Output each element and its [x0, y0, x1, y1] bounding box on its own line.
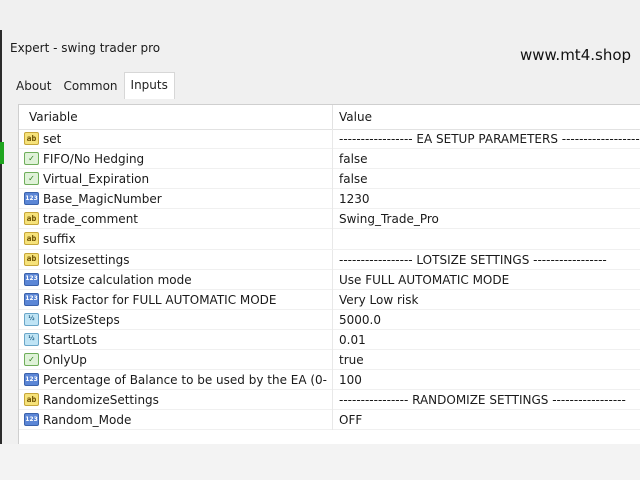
string-icon: ab: [24, 132, 39, 145]
string-icon: ab: [24, 393, 39, 407]
variable-name: suffix: [43, 232, 76, 247]
variable-name: set: [43, 132, 62, 146]
table-row[interactable]: 123 Percentage of Balance to be used by t…: [19, 370, 640, 391]
table-row[interactable]: ab RandomizeSettings ---------------- RAND…: [19, 390, 640, 411]
table-row[interactable]: ½ LotSizeSteps 5000.0: [19, 309, 640, 330]
column-divider: [332, 249, 333, 270]
variable-name: LotSizeSteps: [43, 312, 120, 327]
variable-value[interactable]: Use FULL AUTOMATIC MODE: [339, 273, 509, 287]
column-divider: [332, 149, 333, 170]
column-header-variable[interactable]: Variable: [29, 110, 78, 124]
column-divider: [332, 229, 333, 250]
variable-name: Random_Mode: [43, 413, 132, 428]
variable-name: Base_MagicNumber: [43, 192, 162, 207]
bool-icon: ✓: [24, 172, 39, 186]
table-header: Variable Value: [19, 105, 640, 130]
column-divider[interactable]: [332, 105, 333, 129]
tab-inputs[interactable]: Inputs: [123, 72, 175, 99]
bool-icon: ✓: [24, 152, 39, 166]
column-divider: [332, 169, 333, 190]
variable-value[interactable]: 1230: [339, 192, 370, 206]
table-row[interactable]: 123 Risk Factor for FULL AUTOMATIC MODE Ve…: [19, 289, 640, 310]
string-icon: ab: [24, 252, 39, 266]
green-indicator: [0, 142, 4, 164]
tab-common[interactable]: Common: [57, 74, 123, 98]
variable-value[interactable]: false: [339, 172, 368, 186]
table-row[interactable]: ab set ----------------- EA SETUP PARAMETE…: [19, 129, 640, 150]
variable-name: FIFO/No Hedging: [43, 152, 145, 167]
table-body: ab set ----------------- EA SETUP PARAMETE…: [19, 129, 640, 431]
variable-value[interactable]: ----------------- LOTSIZE SETTINGS -----…: [339, 253, 607, 267]
string-icon: ab: [24, 212, 39, 226]
table-row[interactable]: 123 Base_MagicNumber 1230: [19, 189, 640, 210]
variable-name: Percentage of Balance to be used by the …: [43, 373, 328, 388]
double-icon: ½: [24, 332, 39, 346]
variable-name: lotsizesettings: [43, 252, 130, 267]
table-row[interactable]: ✓ OnlyUp true: [19, 350, 640, 371]
column-header-value[interactable]: Value: [339, 110, 372, 124]
variable-name: Risk Factor for FULL AUTOMATIC MODE: [43, 292, 277, 307]
int-icon: 123: [24, 373, 39, 387]
variable-name: RandomizeSettings: [43, 393, 159, 408]
variable-name: trade_comment: [43, 212, 139, 227]
column-divider: [332, 329, 333, 350]
column-divider: [332, 189, 333, 210]
column-divider: [332, 269, 333, 290]
variable-value[interactable]: true: [339, 353, 364, 367]
column-divider: [332, 289, 333, 310]
table-row[interactable]: ✓ FIFO/No Hedging false: [19, 149, 640, 170]
dialog-bottom-area: [0, 444, 640, 480]
int-icon: 123: [24, 272, 39, 286]
table-row[interactable]: ½ StartLots 0.01: [19, 329, 640, 351]
column-divider: [332, 209, 333, 230]
tab-bar: About Common Inputs: [10, 72, 175, 99]
table-row[interactable]: 123 Lotsize calculation mode Use FULL AUTO…: [19, 269, 640, 290]
variable-name: OnlyUp: [43, 353, 87, 368]
column-divider: [332, 390, 333, 411]
double-icon: ½: [24, 312, 39, 326]
bool-icon: ✓: [24, 353, 39, 367]
inputs-table: Variable Value ab set ----------------- EA…: [18, 104, 640, 445]
left-frame-edge: [0, 30, 2, 444]
variable-name: Virtual_Expiration: [43, 172, 150, 187]
table-row[interactable]: ab trade_comment Swing_Trade_Pro: [19, 209, 640, 230]
variable-value[interactable]: 5000.0: [339, 313, 381, 327]
variable-name: StartLots: [43, 332, 98, 347]
variable-value[interactable]: ----------------- EA SETUP PARAMETERS --…: [339, 132, 640, 146]
table-row[interactable]: ✓ Virtual_Expiration false: [19, 169, 640, 190]
tab-about[interactable]: About: [10, 74, 57, 98]
watermark-text: www.mt4.shop: [520, 46, 632, 64]
column-divider: [332, 370, 333, 391]
variable-value[interactable]: OFF: [339, 413, 362, 427]
variable-value[interactable]: Swing_Trade_Pro: [339, 212, 439, 226]
table-row[interactable]: 123 Random_Mode OFF: [19, 410, 640, 431]
int-icon: 123: [24, 292, 39, 306]
variable-value[interactable]: 0.01: [339, 333, 366, 347]
window-title: Expert - swing trader pro: [10, 41, 161, 55]
variable-name: Lotsize calculation mode: [43, 272, 192, 287]
column-divider: [332, 309, 333, 330]
table-row[interactable]: ab suffix: [19, 229, 640, 250]
column-divider: [332, 410, 333, 431]
int-icon: 123: [24, 413, 39, 427]
int-icon: 123: [24, 192, 39, 206]
table-row[interactable]: ab lotsizesettings ----------------- LOTSI…: [19, 249, 640, 270]
variable-value[interactable]: false: [339, 152, 368, 166]
column-divider: [332, 129, 333, 149]
variable-value[interactable]: Very Low risk: [339, 293, 418, 307]
column-divider: [332, 350, 333, 371]
string-icon: ab: [24, 232, 39, 246]
variable-value[interactable]: ---------------- RANDOMIZE SETTINGS ----…: [339, 393, 626, 407]
variable-value[interactable]: 100: [339, 373, 362, 387]
